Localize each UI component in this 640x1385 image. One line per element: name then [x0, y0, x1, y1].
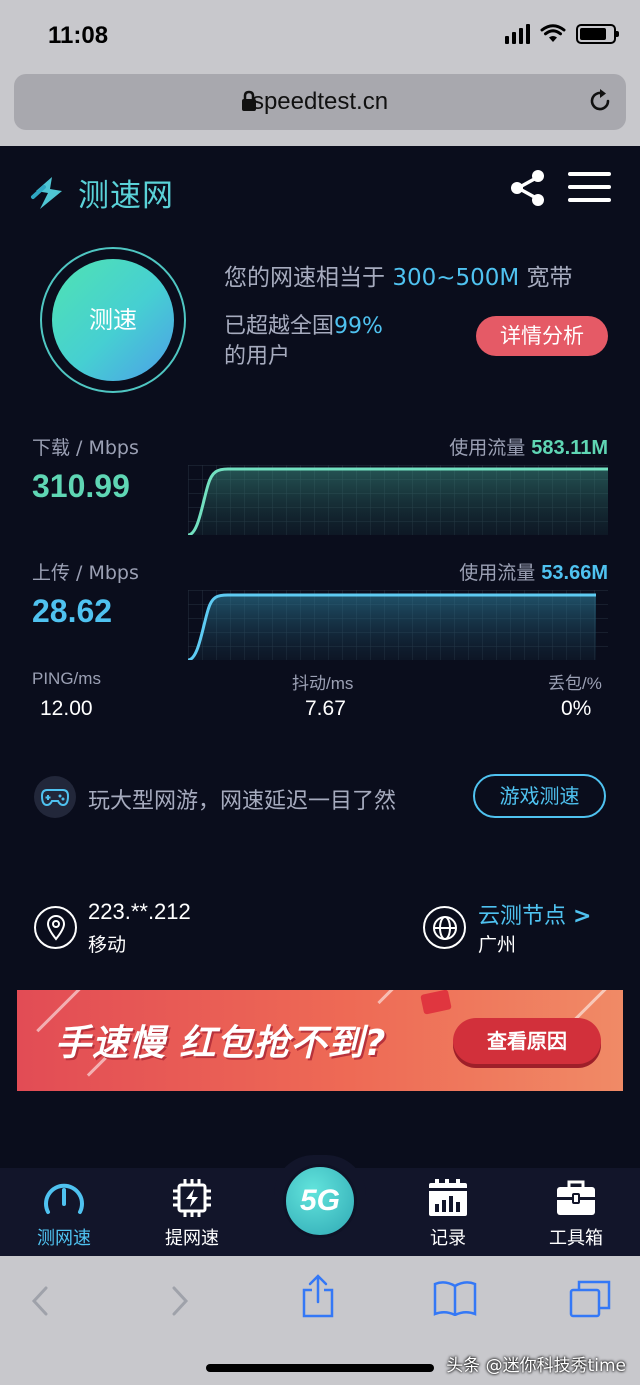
game-test-button[interactable]: 游戏测速 [473, 774, 606, 818]
nav-item-speedtest[interactable]: 测网速 [9, 1176, 119, 1250]
banner-headline: 手速慢 红包抢不到? [55, 1023, 387, 1064]
nav-label: 提网速 [165, 1228, 219, 1249]
download-value: 310.99 [32, 468, 130, 504]
logo-text: 测速网 [78, 178, 174, 214]
calendar-chart-icon [429, 1179, 467, 1216]
loss-value: 0% [561, 697, 592, 720]
address-bar[interactable]: speedtest.cn [14, 74, 626, 130]
wifi-icon [540, 24, 566, 42]
speed-comparison: 您的网速相当于 300~500M 宽带 [224, 265, 573, 291]
ping-value: 12.00 [40, 697, 93, 720]
banner-view-reason-button[interactable]: 查看原因 [453, 1018, 601, 1064]
toolbox-icon [557, 1180, 595, 1215]
start-test-button[interactable]: 测速 [52, 259, 174, 381]
ip-address: 223.**.212 [88, 899, 191, 924]
ping-label: PING/ms [32, 669, 101, 688]
beat-ranking-suffix: 的用户 [224, 344, 291, 369]
status-bar: 11:08 [0, 0, 640, 74]
node-city: 广州 [478, 934, 517, 956]
logo-icon [31, 176, 62, 209]
beat-ranking: 已超越全国99% [224, 314, 383, 339]
gamepad-icon [34, 776, 76, 818]
bookmarks-icon[interactable] [433, 1280, 477, 1316]
battery-icon [576, 24, 619, 44]
watermark: 头条 @迷你科技秀time [446, 1356, 626, 1376]
menu-icon[interactable] [568, 172, 611, 202]
nav-item-toolbox[interactable]: 工具箱 [521, 1176, 631, 1250]
isp-name: 移动 [88, 934, 127, 956]
loss-label: 丢包/% [548, 674, 602, 693]
speedtest-ring: 测速 [40, 247, 186, 393]
nav-item-records[interactable]: 记录 [393, 1176, 503, 1250]
5g-icon: 5G [299, 1184, 341, 1217]
share-sheet-icon[interactable] [301, 1274, 335, 1318]
browser-url-area: speedtest.cn [0, 74, 640, 146]
upload-label: 上传 / Mbps [32, 562, 139, 584]
reload-icon[interactable] [586, 87, 614, 115]
upload-usage-value: 53.66M [541, 562, 608, 584]
speedometer-icon [44, 1183, 84, 1214]
share-icon[interactable] [508, 168, 548, 208]
download-usage-value: 583.11M [531, 437, 608, 459]
back-icon[interactable] [30, 1286, 50, 1316]
location-pin-icon [34, 906, 77, 949]
status-icons [505, 24, 619, 44]
speed-range: 300~500M [392, 265, 520, 291]
url-text: speedtest.cn [251, 88, 389, 115]
beat-percent: 99% [334, 314, 383, 339]
globe-icon [423, 906, 466, 949]
upload-graph [188, 590, 608, 660]
site-header: 测速网 [0, 146, 640, 228]
download-label: 下载 / Mbps [32, 437, 139, 459]
promo-banner[interactable]: 手速慢 红包抢不到? 查看原因 [17, 990, 623, 1091]
home-indicator [206, 1364, 434, 1372]
nav-label: 工具箱 [549, 1228, 603, 1249]
status-time: 11:08 [48, 22, 109, 49]
nav-label: 记录 [430, 1228, 466, 1249]
upload-value: 28.62 [32, 593, 113, 629]
jitter-label: 抖动/ms [292, 674, 354, 693]
tabs-icon[interactable] [569, 1280, 611, 1318]
chip-icon [173, 1179, 211, 1217]
red-envelope-icon [420, 990, 452, 1015]
5g-button[interactable]: 5G [283, 1164, 357, 1238]
nav-label: 测网速 [37, 1228, 91, 1249]
nav-item-boost[interactable]: 提网速 [137, 1176, 247, 1250]
logo[interactable]: 测速网 [30, 170, 174, 215]
forward-icon[interactable] [170, 1286, 190, 1316]
download-graph [188, 465, 608, 535]
upload-usage: 使用流量 53.66M [459, 562, 608, 584]
jitter-value: 7.67 [305, 697, 346, 720]
signal-icon [505, 24, 530, 44]
game-promo-text: 玩大型网游，网速延迟一目了然 [88, 789, 397, 814]
cloud-node-link[interactable]: 云测节点 > [478, 898, 591, 930]
detail-analysis-button[interactable]: 详情分析 [476, 316, 608, 356]
download-usage: 使用流量 583.11M [449, 437, 608, 459]
